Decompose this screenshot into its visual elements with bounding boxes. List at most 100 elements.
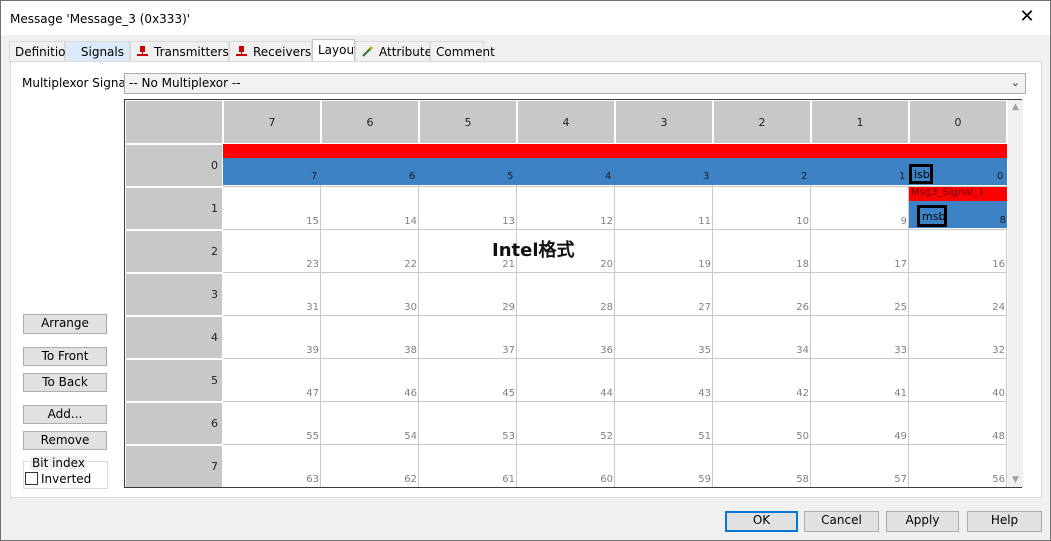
grid-corner xyxy=(125,100,223,144)
bit-cell[interactable]: 17 xyxy=(811,230,909,273)
inverted-checkbox[interactable] xyxy=(25,472,38,485)
to-front-button[interactable]: To Front xyxy=(23,347,107,366)
bit-cell[interactable]: 56 xyxy=(909,445,1007,487)
bit-number: 58 xyxy=(796,474,809,485)
bit-cell[interactable]: 25 xyxy=(811,273,909,316)
bit-cell[interactable]: 38 xyxy=(321,316,419,359)
bit-cell[interactable]: 30 xyxy=(321,273,419,316)
bit-cell[interactable]: 31 xyxy=(223,273,321,316)
ok-button[interactable]: OK xyxy=(725,511,798,532)
bit-number: 48 xyxy=(992,431,1005,442)
bit-cell[interactable]: 34 xyxy=(713,316,811,359)
bit-cell[interactable]: 45 xyxy=(419,359,517,402)
bit-cell[interactable]: 59 xyxy=(615,445,713,487)
tab-transmitters[interactable]: Transmitters xyxy=(130,41,229,62)
bit-cell[interactable]: 16 xyxy=(909,230,1007,273)
bit-cell[interactable]: 49 xyxy=(811,402,909,445)
bit-cell[interactable]: 37 xyxy=(419,316,517,359)
scroll-down-icon[interactable]: ▼ xyxy=(1008,475,1023,485)
bit-cell[interactable]: 51 xyxy=(615,402,713,445)
bit-cell[interactable]: 15 xyxy=(223,187,321,230)
bit-number: 29 xyxy=(502,302,515,313)
bit-cell[interactable]: 12 xyxy=(517,187,615,230)
bit-cell[interactable]: 27 xyxy=(615,273,713,316)
signal-name-label[interactable]: Msg3_Signal_1 xyxy=(909,187,1007,201)
bit-cell[interactable]: 47 xyxy=(223,359,321,402)
bit-number: 31 xyxy=(306,302,319,313)
tab-label: Layout xyxy=(318,43,359,57)
to-back-button[interactable]: To Back xyxy=(23,373,107,392)
bit-cell[interactable]: 23 xyxy=(223,230,321,273)
bit-cell[interactable]: 61 xyxy=(419,445,517,487)
row-header: 5 xyxy=(125,359,223,402)
bit-cell[interactable]: 48 xyxy=(909,402,1007,445)
bit-cell[interactable]: 24 xyxy=(909,273,1007,316)
arrange-button[interactable]: Arrange xyxy=(23,314,107,334)
bit-cell[interactable]: 52 xyxy=(517,402,615,445)
tab-layout[interactable]: Layout xyxy=(312,39,359,62)
tab-receivers[interactable]: Receivers xyxy=(229,41,312,62)
vertical-scrollbar[interactable]: ▲ ▼ xyxy=(1008,100,1023,487)
bit-cell[interactable]: 40 xyxy=(909,359,1007,402)
bit-number: 53 xyxy=(502,431,515,442)
signal-name-bar[interactable] xyxy=(223,144,1007,158)
bit-cell[interactable]: 35 xyxy=(615,316,713,359)
bit-cell[interactable]: 53 xyxy=(419,402,517,445)
help-button[interactable]: Help xyxy=(967,511,1042,532)
cancel-button[interactable]: Cancel xyxy=(804,511,879,532)
bit-number: 44 xyxy=(600,388,613,399)
bit-number: 6 xyxy=(409,171,416,182)
tab-strip: Definition Signals Transmitters Receiver… xyxy=(9,39,495,62)
bit-cell[interactable]: 54 xyxy=(321,402,419,445)
multiplexor-select[interactable]: -- No Multiplexor -- ⌄ xyxy=(124,73,1026,94)
bit-cell[interactable]: 50 xyxy=(713,402,811,445)
bit-number: 50 xyxy=(796,431,809,442)
bit-number: 22 xyxy=(404,259,417,270)
signal-layout-grid[interactable]: 7654321007654321011514131211109822322212… xyxy=(124,99,1022,488)
bit-cell[interactable]: 11 xyxy=(615,187,713,230)
bit-cell[interactable]: 33 xyxy=(811,316,909,359)
signal-bits-row-0[interactable]: 7 6 5 4 3 2 1 0 xyxy=(223,158,1007,185)
tab-definition[interactable]: Definition xyxy=(9,41,73,62)
bit-cell[interactable]: 18 xyxy=(713,230,811,273)
bit-cell[interactable]: 13 xyxy=(419,187,517,230)
tab-attributes[interactable]: Attributes xyxy=(355,41,438,62)
row-header: 7 xyxy=(125,445,223,487)
bit-cell[interactable]: 62 xyxy=(321,445,419,487)
bit-cell[interactable]: 32 xyxy=(909,316,1007,359)
bit-cell[interactable]: 26 xyxy=(713,273,811,316)
tab-signals[interactable]: Signals xyxy=(65,41,130,62)
bit-cell[interactable]: 42 xyxy=(713,359,811,402)
bit-cell[interactable]: 44 xyxy=(517,359,615,402)
bit-cell[interactable]: 36 xyxy=(517,316,615,359)
bit-cell[interactable]: 14 xyxy=(321,187,419,230)
close-icon[interactable]: ✕ xyxy=(1018,8,1036,26)
bit-cell[interactable]: 63 xyxy=(223,445,321,487)
bit-cell[interactable]: 10 xyxy=(713,187,811,230)
bit-cell[interactable]: 9 xyxy=(811,187,909,230)
bit-cell[interactable]: 28 xyxy=(517,273,615,316)
scroll-up-icon[interactable]: ▲ xyxy=(1008,102,1023,112)
bit-cell[interactable]: 55 xyxy=(223,402,321,445)
apply-button[interactable]: Apply xyxy=(886,511,959,532)
bit-cell[interactable]: 43 xyxy=(615,359,713,402)
add-button[interactable]: Add... xyxy=(23,405,107,424)
bit-cell[interactable]: 41 xyxy=(811,359,909,402)
remove-button[interactable]: Remove xyxy=(23,431,107,450)
inverted-label: Inverted xyxy=(41,472,92,486)
bit-number: 62 xyxy=(404,474,417,485)
bit-number: 19 xyxy=(698,259,711,270)
bit-number: 11 xyxy=(698,216,711,227)
bit-cell[interactable]: 60 xyxy=(517,445,615,487)
bit-cell[interactable]: 57 xyxy=(811,445,909,487)
bit-cell[interactable]: 46 xyxy=(321,359,419,402)
bit-cell[interactable]: 29 xyxy=(419,273,517,316)
bit-cell[interactable]: 58 xyxy=(713,445,811,487)
bit-number: 60 xyxy=(600,474,613,485)
bit-cell[interactable]: 39 xyxy=(223,316,321,359)
tab-comment[interactable]: Comment xyxy=(430,41,495,62)
bit-number: 63 xyxy=(306,474,319,485)
bit-cell[interactable]: 22 xyxy=(321,230,419,273)
bit-number: 54 xyxy=(404,431,417,442)
bit-cell[interactable]: 19 xyxy=(615,230,713,273)
